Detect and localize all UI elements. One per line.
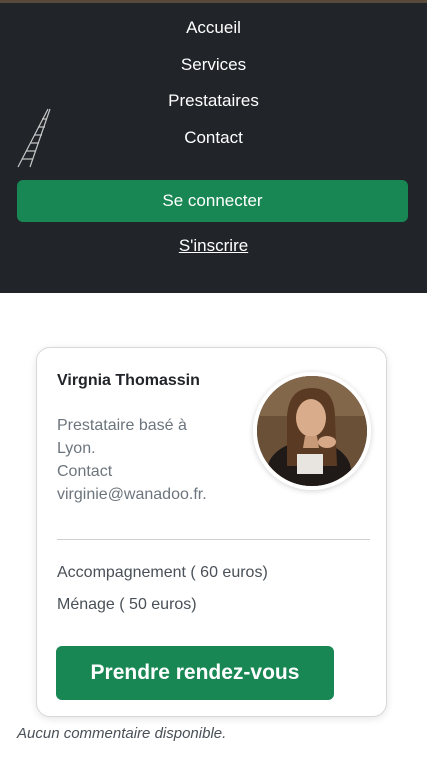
provider-description-line: Prestataire basé à [57, 417, 187, 434]
service-item: Accompagnement ( 60 euros) [57, 564, 268, 581]
login-button[interactable]: Se connecter [17, 180, 408, 222]
provider-card: Virgnia Thomassin Prestataire basé à Lyo… [36, 347, 387, 717]
nav-link-prestataires[interactable]: Prestataires [0, 91, 427, 111]
nav-link-accueil[interactable]: Accueil [0, 18, 427, 38]
top-navbar: Accueil Services Prestataires Contact Se… [0, 0, 427, 293]
provider-description-line: Lyon. [57, 440, 96, 457]
ladder-logo-icon[interactable] [14, 107, 54, 169]
signup-link[interactable]: S'inscrire [0, 236, 427, 256]
card-divider [57, 539, 370, 540]
provider-description-line: Contact [57, 463, 113, 480]
nav-link-contact[interactable]: Contact [0, 128, 427, 148]
provider-email: virginie@wanadoo.fr. [57, 486, 207, 503]
service-item: Ménage ( 50 euros) [57, 596, 197, 613]
provider-description: Prestataire basé à Lyon. Contact virgini… [57, 414, 237, 506]
provider-name: Virgnia Thomassin [57, 372, 200, 389]
nav-link-services[interactable]: Services [0, 55, 427, 75]
avatar-photo [257, 376, 367, 486]
book-appointment-button[interactable]: Prendre rendez-vous [56, 646, 334, 700]
provider-avatar [253, 372, 371, 490]
no-comments-text: Aucun commentaire disponible. [17, 725, 227, 742]
